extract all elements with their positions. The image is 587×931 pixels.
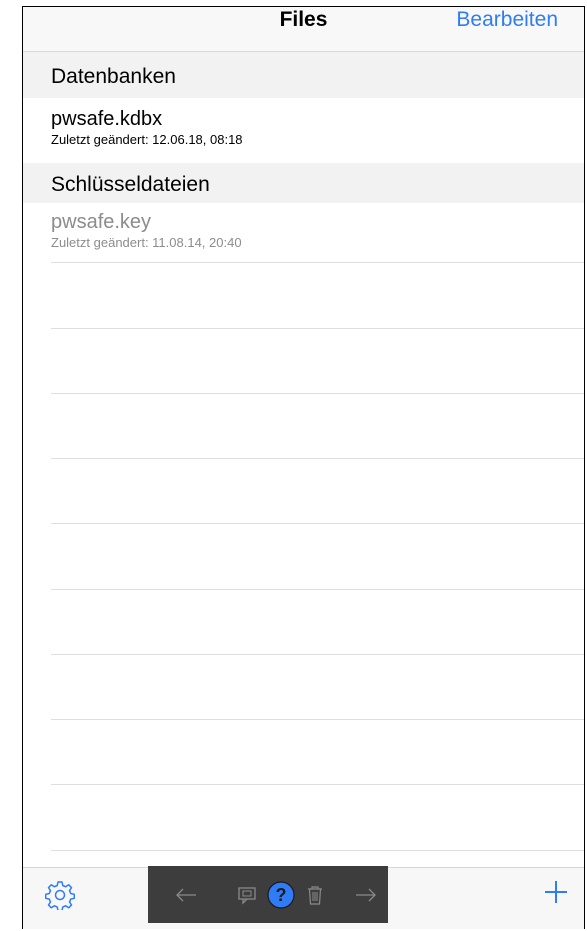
database-row[interactable]: pwsafe.kdbx Zuletzt geändert: 12.06.18, …: [51, 108, 584, 149]
app-screen: Files Bearbeiten Datenbanken pwsafe.kdbx…: [22, 6, 585, 929]
keyfile-modified: Zuletzt geändert: 11.08.14, 20:40: [51, 235, 242, 250]
accessibility-overlay-bar: ?: [148, 866, 388, 923]
row-separator: [51, 393, 584, 394]
row-separator: [51, 458, 584, 459]
database-name: pwsafe.kdbx: [51, 108, 163, 130]
keyfile-name: pwsafe.key: [51, 211, 152, 233]
row-separator: [51, 523, 584, 524]
arrow-left-icon[interactable]: [168, 866, 204, 923]
edit-button[interactable]: Bearbeiten: [456, 8, 558, 32]
row-separator: [51, 719, 584, 720]
plus-icon[interactable]: [542, 878, 570, 906]
row-separator: [51, 589, 584, 590]
section-header-keyfiles: Schlüsseldateien: [23, 163, 584, 203]
gear-icon[interactable]: [45, 880, 75, 910]
row-separator: [51, 850, 584, 851]
comment-icon[interactable]: [232, 866, 262, 923]
row-separator: [51, 784, 584, 785]
database-modified: Zuletzt geändert: 12.06.18, 08:18: [51, 132, 243, 147]
row-separator: [51, 262, 584, 263]
arrow-right-icon[interactable]: [348, 866, 384, 923]
trash-icon[interactable]: [300, 866, 330, 923]
keyfile-row[interactable]: pwsafe.key Zuletzt geändert: 11.08.14, 2…: [51, 211, 584, 252]
help-icon[interactable]: ?: [261, 866, 301, 923]
section-header-databases: Datenbanken: [23, 52, 584, 98]
row-separator: [51, 328, 584, 329]
svg-text:?: ?: [276, 885, 287, 905]
navigation-bar: Files Bearbeiten: [23, 7, 584, 52]
row-separator: [51, 654, 584, 655]
